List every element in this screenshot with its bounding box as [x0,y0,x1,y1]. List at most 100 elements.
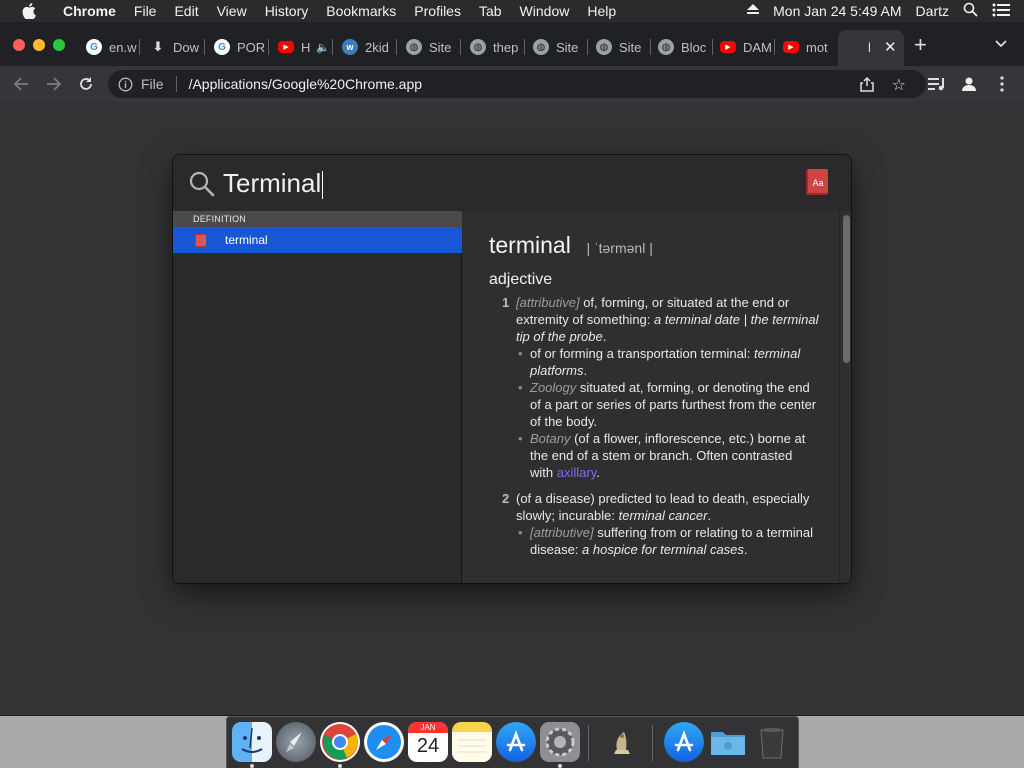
bookmark-star-icon[interactable]: ☆ [892,75,906,95]
menu-view[interactable]: View [208,3,256,19]
chess-icon[interactable] [600,722,640,762]
url-text[interactable]: /Applications/Google%20Chrome.app [189,76,422,92]
forward-icon[interactable] [44,74,64,94]
subsense-2a: • [attributive] suffering from or relati… [516,524,819,558]
menu-profiles[interactable]: Profiles [405,3,470,19]
more-menu-icon[interactable] [992,74,1012,94]
scrollbar-thumb[interactable] [843,215,850,363]
results-section-header: DEFINITION [173,211,462,227]
domain-label: Zoology [530,380,577,395]
media-controls-icon[interactable] [927,74,947,94]
menu-file[interactable]: File [125,3,166,19]
spotlight-results-list: DEFINITION terminal [173,211,462,583]
menu-clock[interactable]: Mon Jan 24 5:49 AM [773,3,901,19]
tab-3[interactable]: G POR [214,36,269,58]
tab-5[interactable]: w 2kid [342,36,397,58]
tab-8[interactable]: ◍ Site [533,36,588,58]
tab-12[interactable]: ▶ mot [783,36,833,58]
tab-6[interactable]: ◍ Site [406,36,461,58]
app-store-folder-icon[interactable] [664,722,704,762]
dictionary-app-icon: Aa [805,167,831,202]
subsense-1b: • Zoology situated at, forming, or denot… [516,379,819,430]
subsense-text: of or forming a transportation terminal: [530,346,754,361]
tab-label: Site [619,39,642,55]
share-icon[interactable] [860,76,874,95]
subsense-punct: . [596,465,600,480]
eject-icon[interactable] [747,4,760,18]
menu-tab[interactable]: Tab [470,3,511,19]
dictionary-entry: terminal | ˈtərmənl | adjective 1 [attri… [489,234,819,558]
url-divider [175,76,177,92]
menu-user[interactable]: Dartz [916,3,949,19]
notes-icon[interactable] [452,722,492,762]
system-preferences-icon[interactable] [540,722,580,762]
menu-history[interactable]: History [256,3,318,19]
result-label: terminal [225,233,268,247]
tab-10[interactable]: ◍ Bloc [658,36,713,58]
safari-icon[interactable] [364,722,404,762]
spotlight-panel: Terminal Aa DEFINITION terminal terminal… [172,154,852,584]
menu-window[interactable]: Window [511,3,579,19]
app-store-icon[interactable] [496,722,536,762]
search-icon [189,171,215,202]
definition-scrollbar[interactable] [839,211,851,583]
domain-label: Botany [530,431,571,446]
back-icon[interactable] [11,74,31,94]
launchpad-icon[interactable] [276,722,316,762]
svg-text:Aa: Aa [812,178,823,188]
sense-punct: . [707,508,712,523]
browser-toolbar: File /Applications/Google%20Chrome.app ☆ [0,66,1024,102]
calendar-day: 24 [416,735,440,757]
tab-search-chevron-icon[interactable] [994,36,1008,54]
minimize-window-button[interactable] [33,39,45,51]
tab-label: Site [429,39,452,55]
spotlight-search-bar[interactable]: Terminal Aa [173,155,851,211]
definition-preview: terminal | ˈtərmənl | adjective 1 [attri… [463,211,851,583]
google-icon: G [86,39,102,55]
apple-menu-icon[interactable] [18,3,40,19]
close-window-button[interactable] [13,39,25,51]
menu-help[interactable]: Help [578,3,625,19]
cross-reference-link[interactable]: axillary [557,465,597,480]
menu-app-name[interactable]: Chrome [54,3,125,19]
tab-label: 2kid [365,39,389,55]
tab-7[interactable]: ◍ thep [470,36,525,58]
address-bar[interactable]: File /Applications/Google%20Chrome.app ☆ [108,70,926,98]
tab-active[interactable]: l ✕ [838,30,904,66]
tab-4[interactable]: ▶ H 🔈 [278,36,333,58]
spotlight-search-icon[interactable] [963,2,978,20]
finder-icon[interactable] [232,722,272,762]
close-tab-icon[interactable]: ✕ [884,38,897,56]
subsense-1a: • of or forming a transportation termina… [516,345,819,379]
result-item-terminal[interactable]: terminal [173,227,462,253]
tab-label: thep [493,39,519,55]
register-label: [attributive] [530,525,594,540]
zoom-window-button[interactable] [53,39,65,51]
calendar-icon[interactable]: JAN 24 [408,722,448,762]
menu-edit[interactable]: Edit [165,3,207,19]
audio-playing-icon[interactable]: 🔈 [316,41,330,54]
spotlight-query-input[interactable]: Terminal [223,167,324,200]
new-tab-button[interactable]: + [914,32,927,58]
control-center-icon[interactable] [992,3,1010,20]
profile-avatar-icon[interactable] [959,74,979,94]
tab-1[interactable]: G en.w [86,36,140,58]
tab-11[interactable]: ▶ DAM [720,36,775,58]
menu-bookmarks[interactable]: Bookmarks [317,3,405,19]
tab-label: Dow [173,39,200,55]
folder-icon[interactable] [708,722,748,762]
reload-icon[interactable] [76,74,96,94]
youtube-icon: ▶ [278,41,294,53]
chrome-icon[interactable] [320,722,360,762]
dock: JAN 24 [226,716,799,768]
info-icon[interactable] [118,77,133,92]
globe-icon: ◍ [406,39,422,55]
trash-icon[interactable] [752,722,792,762]
tab-9[interactable]: ◍ Site [596,36,651,58]
download-icon: ⬇ [152,39,164,54]
tab-2[interactable]: ⬇ Dow [150,36,205,58]
subsense-1c: • Botany (of a flower, inflorescence, et… [516,430,819,481]
part-of-speech: adjective [489,271,553,288]
running-indicator [338,764,342,768]
globe-icon: ◍ [596,39,612,55]
